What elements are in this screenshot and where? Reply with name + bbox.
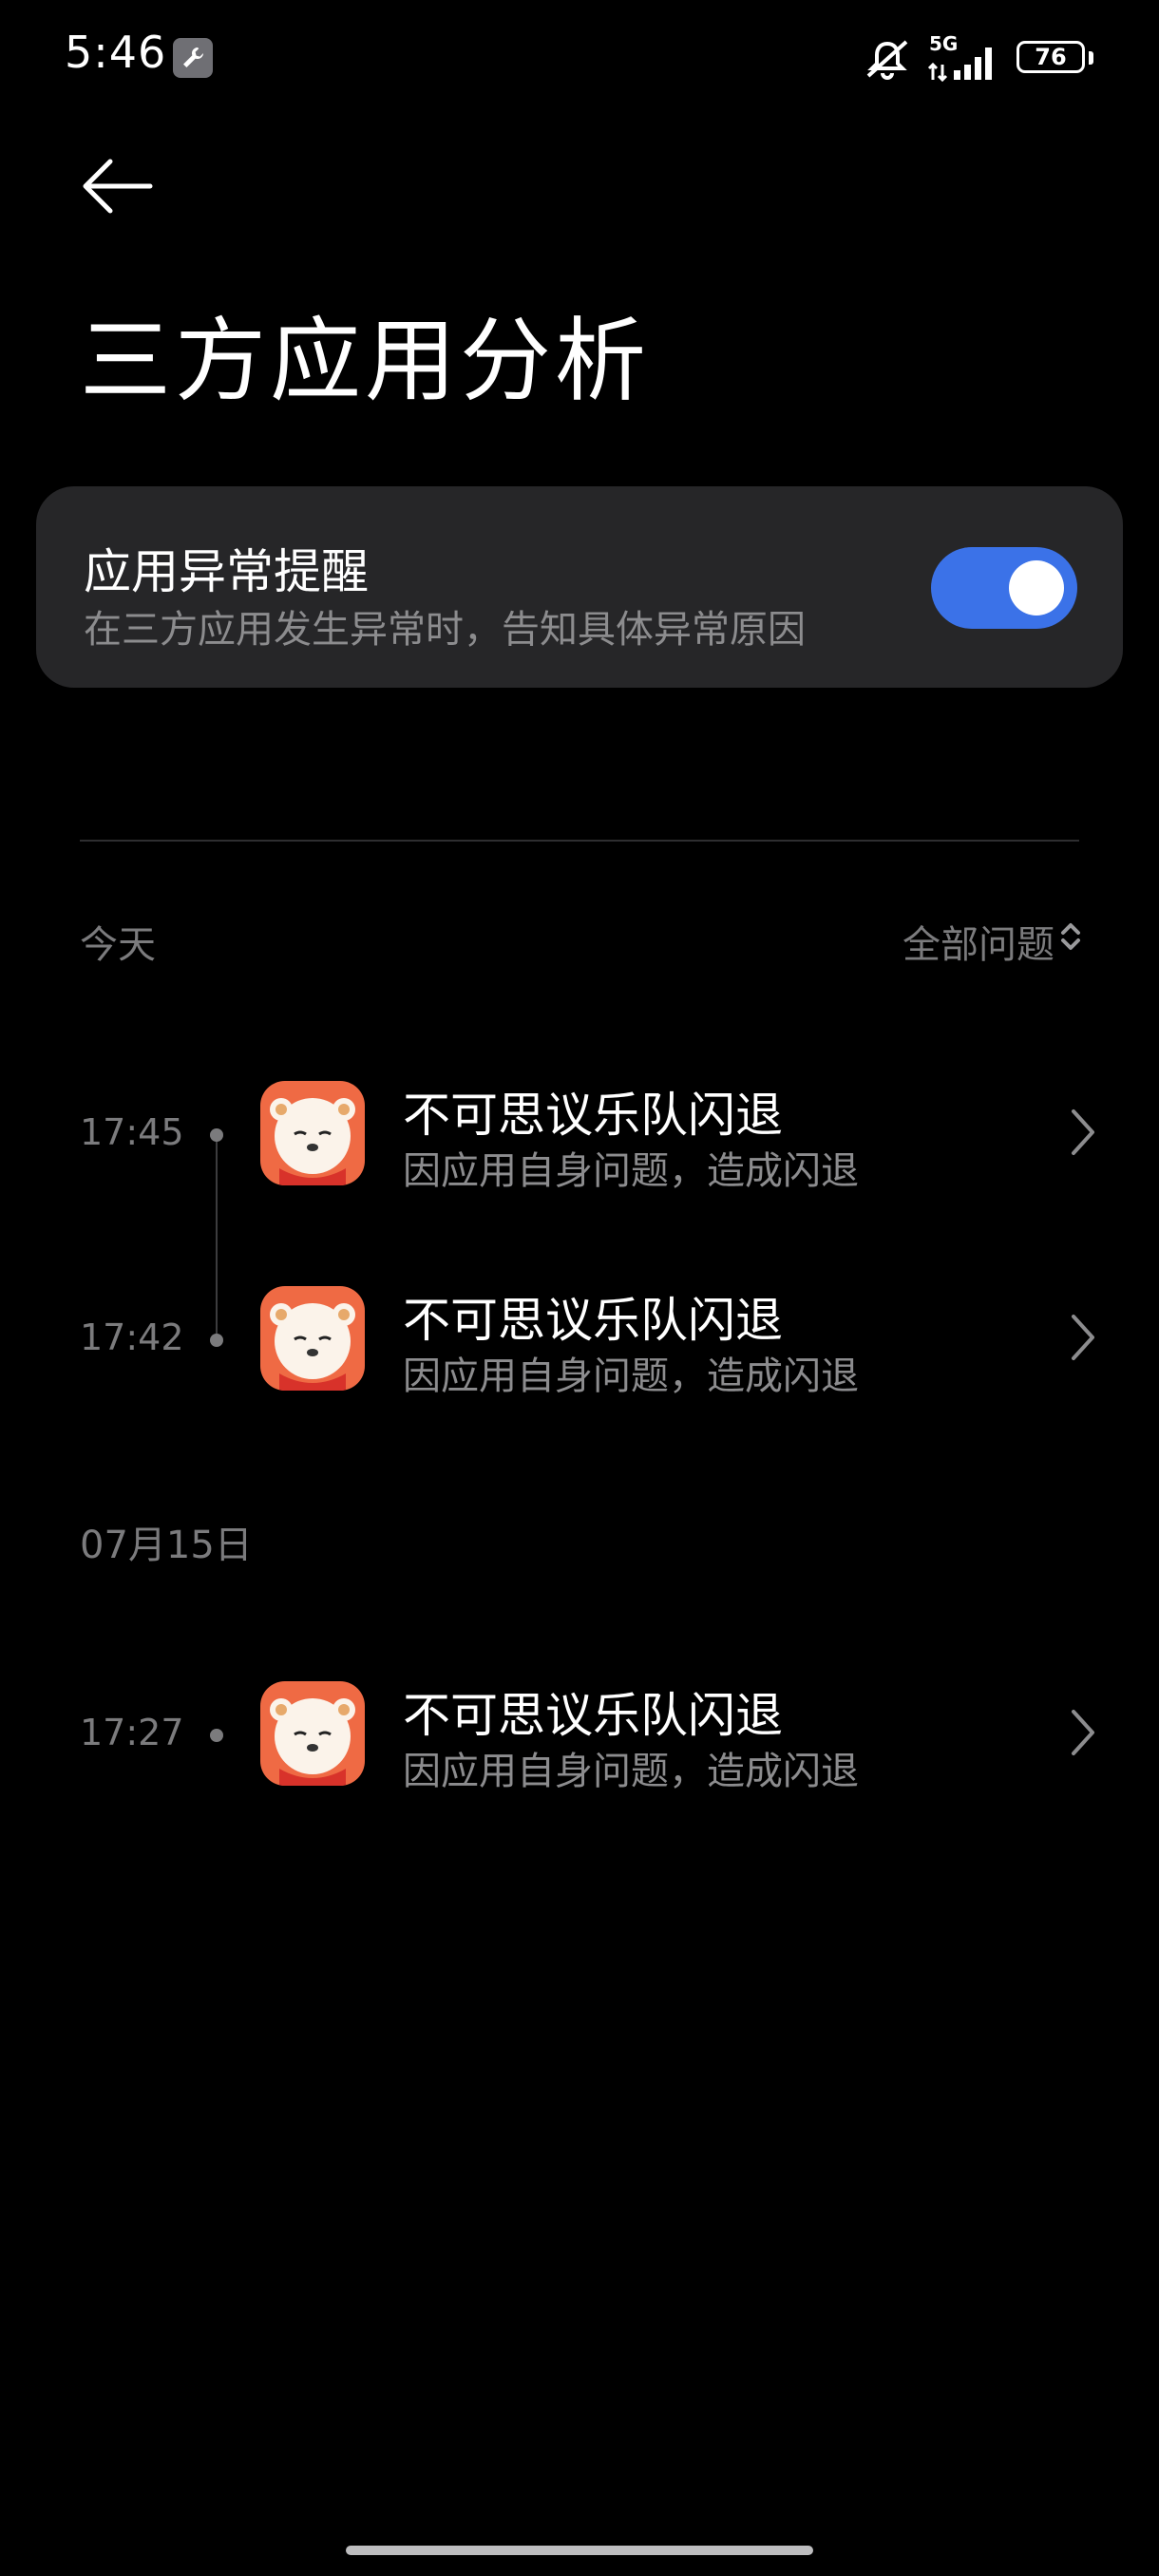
list-item[interactable]: 17:42 不可思议乐队闪退 因应用自身问题，造成闪退: [0, 1273, 1159, 1406]
battery-icon: 76: [1016, 41, 1094, 77]
app-icon: [260, 1081, 365, 1185]
setting-subtitle: 在三方应用发生异常时，告知具体异常原因: [84, 608, 806, 652]
filter-dropdown[interactable]: 全部问题: [902, 914, 1054, 969]
timeline-dot: [210, 1128, 223, 1142]
app-event-title: 不可思议乐队闪退: [403, 1688, 783, 1743]
timeline-dot: [210, 1729, 223, 1742]
list-item[interactable]: 17:45 不可思议乐队闪退 因应用自身问题，造成闪退: [0, 1068, 1159, 1201]
app-event-title: 不可思议乐队闪退: [403, 1088, 783, 1143]
signal-icon: 5G: [927, 32, 1001, 82]
app-icon: [260, 1681, 365, 1786]
timeline-dot: [210, 1334, 223, 1347]
toggle-knob: [1009, 560, 1064, 616]
status-icons: 5G 76: [863, 32, 1094, 82]
home-indicator[interactable]: [346, 2546, 813, 2555]
chevron-right-icon: [1072, 1315, 1094, 1360]
section-label-today: 今天: [80, 923, 156, 967]
app-event-desc: 因应用自身问题，造成闪退: [403, 1354, 859, 1398]
list-item[interactable]: 17:27 不可思议乐队闪退 因应用自身问题，造成闪退: [0, 1668, 1159, 1801]
sort-updown-icon[interactable]: [1058, 918, 1083, 956]
anomaly-alert-setting[interactable]: 应用异常提醒 在三方应用发生异常时，告知具体异常原因: [36, 486, 1123, 688]
battery-level: 76: [1035, 44, 1067, 70]
event-time: 17:45: [80, 1111, 184, 1153]
wrench-icon: [173, 38, 213, 78]
app-event-title: 不可思议乐队闪退: [403, 1293, 783, 1348]
arrow-left-icon: [83, 159, 153, 214]
setting-title: 应用异常提醒: [84, 544, 369, 599]
page-title: 三方应用分析: [80, 308, 650, 414]
mute-icon: [866, 40, 908, 80]
chevron-right-icon: [1072, 1109, 1094, 1155]
section-label-date: 07月15日: [80, 1524, 253, 1567]
event-time: 17:42: [80, 1316, 184, 1358]
chevron-right-icon: [1072, 1710, 1094, 1755]
status-time: 5:46: [65, 27, 167, 78]
anomaly-alert-toggle[interactable]: [931, 547, 1077, 629]
app-event-desc: 因应用自身问题，造成闪退: [403, 1149, 859, 1193]
back-button[interactable]: [76, 152, 156, 220]
app-event-desc: 因应用自身问题，造成闪退: [403, 1750, 859, 1793]
app-icon: [260, 1286, 365, 1391]
divider: [80, 840, 1079, 842]
status-bar: 5:46 5G 76: [0, 0, 1159, 123]
event-time: 17:27: [80, 1712, 184, 1753]
